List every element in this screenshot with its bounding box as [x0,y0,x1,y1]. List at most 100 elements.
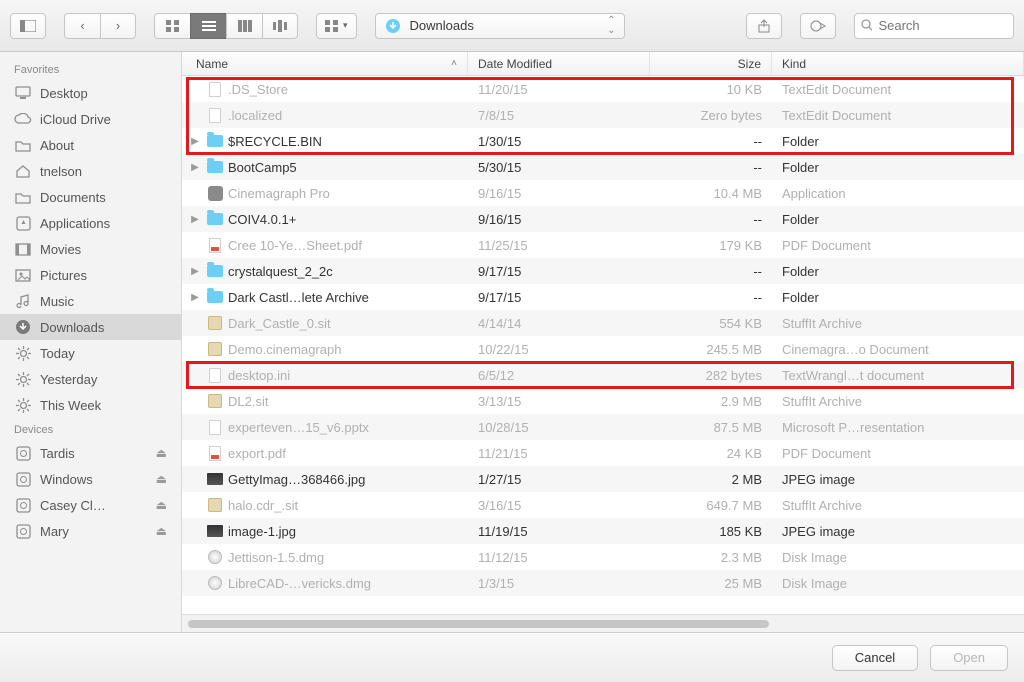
img-icon [206,522,224,540]
table-row[interactable]: LibreCAD-…vericks.dmg1/3/1525 MBDisk Ima… [182,570,1024,596]
sidebar-item-music[interactable]: Music [0,288,181,314]
sidebar-item-label: About [40,138,74,153]
share-button[interactable] [746,13,782,39]
sidebar-item-mary[interactable]: Mary ⏏ [0,518,181,544]
table-row[interactable]: ▶crystalquest_2_2c9/17/15--Folder [182,258,1024,284]
file-date: 9/16/15 [468,206,650,232]
eject-icon[interactable]: ⏏ [156,472,167,486]
table-row[interactable]: image-1.jpg11/19/15185 KBJPEG image [182,518,1024,544]
table-row[interactable]: Demo.cinemagraph10/22/15245.5 MBCinemagr… [182,336,1024,362]
eject-icon[interactable]: ⏏ [156,524,167,538]
arrange-button[interactable]: ▾ [316,13,357,39]
coverflow-view-button[interactable] [262,13,298,39]
sidebar-item-label: Yesterday [40,372,97,387]
sidebar-item-label: Mary [40,524,69,539]
sidebar-item-pictures[interactable]: Pictures [0,262,181,288]
back-button[interactable]: ‹ [64,13,100,39]
disclosure-triangle-icon[interactable]: ▶ [188,214,202,225]
horizontal-scrollbar[interactable] [182,614,1024,632]
cancel-button[interactable]: Cancel [832,645,918,671]
table-row[interactable]: GettyImag…368466.jpg1/27/152 MBJPEG imag… [182,466,1024,492]
disclosure-triangle-icon[interactable]: ▶ [188,292,202,303]
file-date: 11/12/15 [468,544,650,570]
table-row[interactable]: experteven…15_v6.pptx10/28/1587.5 MBMicr… [182,414,1024,440]
folder-icon [206,158,224,176]
file-size: 282 bytes [650,362,772,388]
table-row[interactable]: DL2.sit3/13/152.9 MBStuffIt Archive [182,388,1024,414]
search-input[interactable] [878,18,1007,33]
list-view-button[interactable] [190,13,226,39]
disclosure-triangle-icon[interactable]: ▶ [188,162,202,173]
table-row[interactable]: Cinemagraph Pro9/16/1510.4 MBApplication [182,180,1024,206]
table-row[interactable]: .DS_Store11/20/1510 KBTextEdit Document [182,76,1024,102]
open-button[interactable]: Open [930,645,1008,671]
sidebar-item-movies[interactable]: Movies [0,236,181,262]
file-size: 554 KB [650,310,772,336]
sidebar-item-yesterday[interactable]: Yesterday [0,366,181,392]
scrollbar-thumb[interactable] [188,620,769,628]
sidebar-item-desktop[interactable]: Desktop [0,80,181,106]
sidebar-item-casey-cl-[interactable]: Casey Cl…⏏ [0,492,181,518]
sidebar-section-label: Devices [0,418,181,440]
sidebar-item-tardis[interactable]: Tardis ⏏ [0,440,181,466]
table-row[interactable]: export.pdf11/21/1524 KBPDF Document [182,440,1024,466]
table-row[interactable]: ▶COIV4.0.1+9/16/15--Folder [182,206,1024,232]
file-name: COIV4.0.1+ [228,212,296,227]
folder-icon [206,288,224,306]
column-header-name[interactable]: Name ˄ [182,52,468,75]
table-row[interactable]: ▶Dark Castl…lete Archive9/17/15--Folder [182,284,1024,310]
disclosure-triangle-icon[interactable]: ▶ [188,266,202,277]
sidebar-item-label: Documents [40,190,106,205]
sidebar-item-tnelson[interactable]: tnelson [0,158,181,184]
forward-button[interactable]: › [100,13,136,39]
sidebar-item-today[interactable]: Today [0,340,181,366]
file-list[interactable]: .DS_Store11/20/1510 KBTextEdit Document.… [182,76,1024,614]
sidebar-item-applications[interactable]: Applications [0,210,181,236]
eject-icon[interactable]: ⏏ [156,446,167,460]
sidebar-toggle-button[interactable] [10,13,46,39]
column-view-button[interactable] [226,13,262,39]
column-header-size[interactable]: Size [650,52,772,75]
file-kind: Folder [772,258,1024,284]
sidebar-item-label: Tardis [40,446,75,461]
table-row[interactable]: ▶BootCamp55/30/15--Folder [182,154,1024,180]
file-date: 9/17/15 [468,258,650,284]
file-size: -- [650,206,772,232]
sidebar-item-documents[interactable]: Documents [0,184,181,210]
desktop-icon [14,84,32,102]
table-row[interactable]: ▶$RECYCLE.BIN1/30/15--Folder [182,128,1024,154]
eject-icon[interactable]: ⏏ [156,498,167,512]
file-size: 10 KB [650,76,772,102]
table-row[interactable]: Cree 10-Ye…Sheet.pdf11/25/15179 KBPDF Do… [182,232,1024,258]
disclosure-triangle-icon[interactable]: ▶ [188,136,202,147]
folder-icon [206,132,224,150]
file-date: 10/28/15 [468,414,650,440]
tags-button[interactable] [800,13,836,39]
sidebar-item-about[interactable]: About [0,132,181,158]
column-header-date[interactable]: Date Modified [468,52,650,75]
file-date: 5/30/15 [468,154,650,180]
folder-dropdown[interactable]: Downloads ⌃⌄ [375,13,625,39]
coverflow-icon [273,20,287,32]
file-date: 4/14/14 [468,310,650,336]
column-header-kind[interactable]: Kind [772,52,1024,75]
icon-view-button[interactable] [154,13,190,39]
search-box[interactable] [854,13,1014,39]
view-mode-group [154,13,298,39]
sidebar-item-icloud-drive[interactable]: iCloud Drive [0,106,181,132]
archive-icon [206,496,224,514]
table-row[interactable]: Dark_Castle_0.sit4/14/14554 KBStuffIt Ar… [182,310,1024,336]
sidebar-item-label: Windows [40,472,93,487]
sidebar-item-downloads[interactable]: Downloads [0,314,181,340]
img-icon [206,470,224,488]
table-row[interactable]: halo.cdr_.sit3/16/15649.7 MBStuffIt Arch… [182,492,1024,518]
sidebar-item-this-week[interactable]: This Week [0,392,181,418]
table-row[interactable]: Jettison-1.5.dmg11/12/152.3 MBDisk Image [182,544,1024,570]
file-name: BootCamp5 [228,160,297,175]
sidebar-item-label: This Week [40,398,101,413]
sidebar-item-windows[interactable]: Windows ⏏ [0,466,181,492]
table-row[interactable]: desktop.ini6/5/12282 bytesTextWrangl…t d… [182,362,1024,388]
folder-icon [14,188,32,206]
file-size: 24 KB [650,440,772,466]
table-row[interactable]: .localized7/8/15Zero bytesTextEdit Docum… [182,102,1024,128]
